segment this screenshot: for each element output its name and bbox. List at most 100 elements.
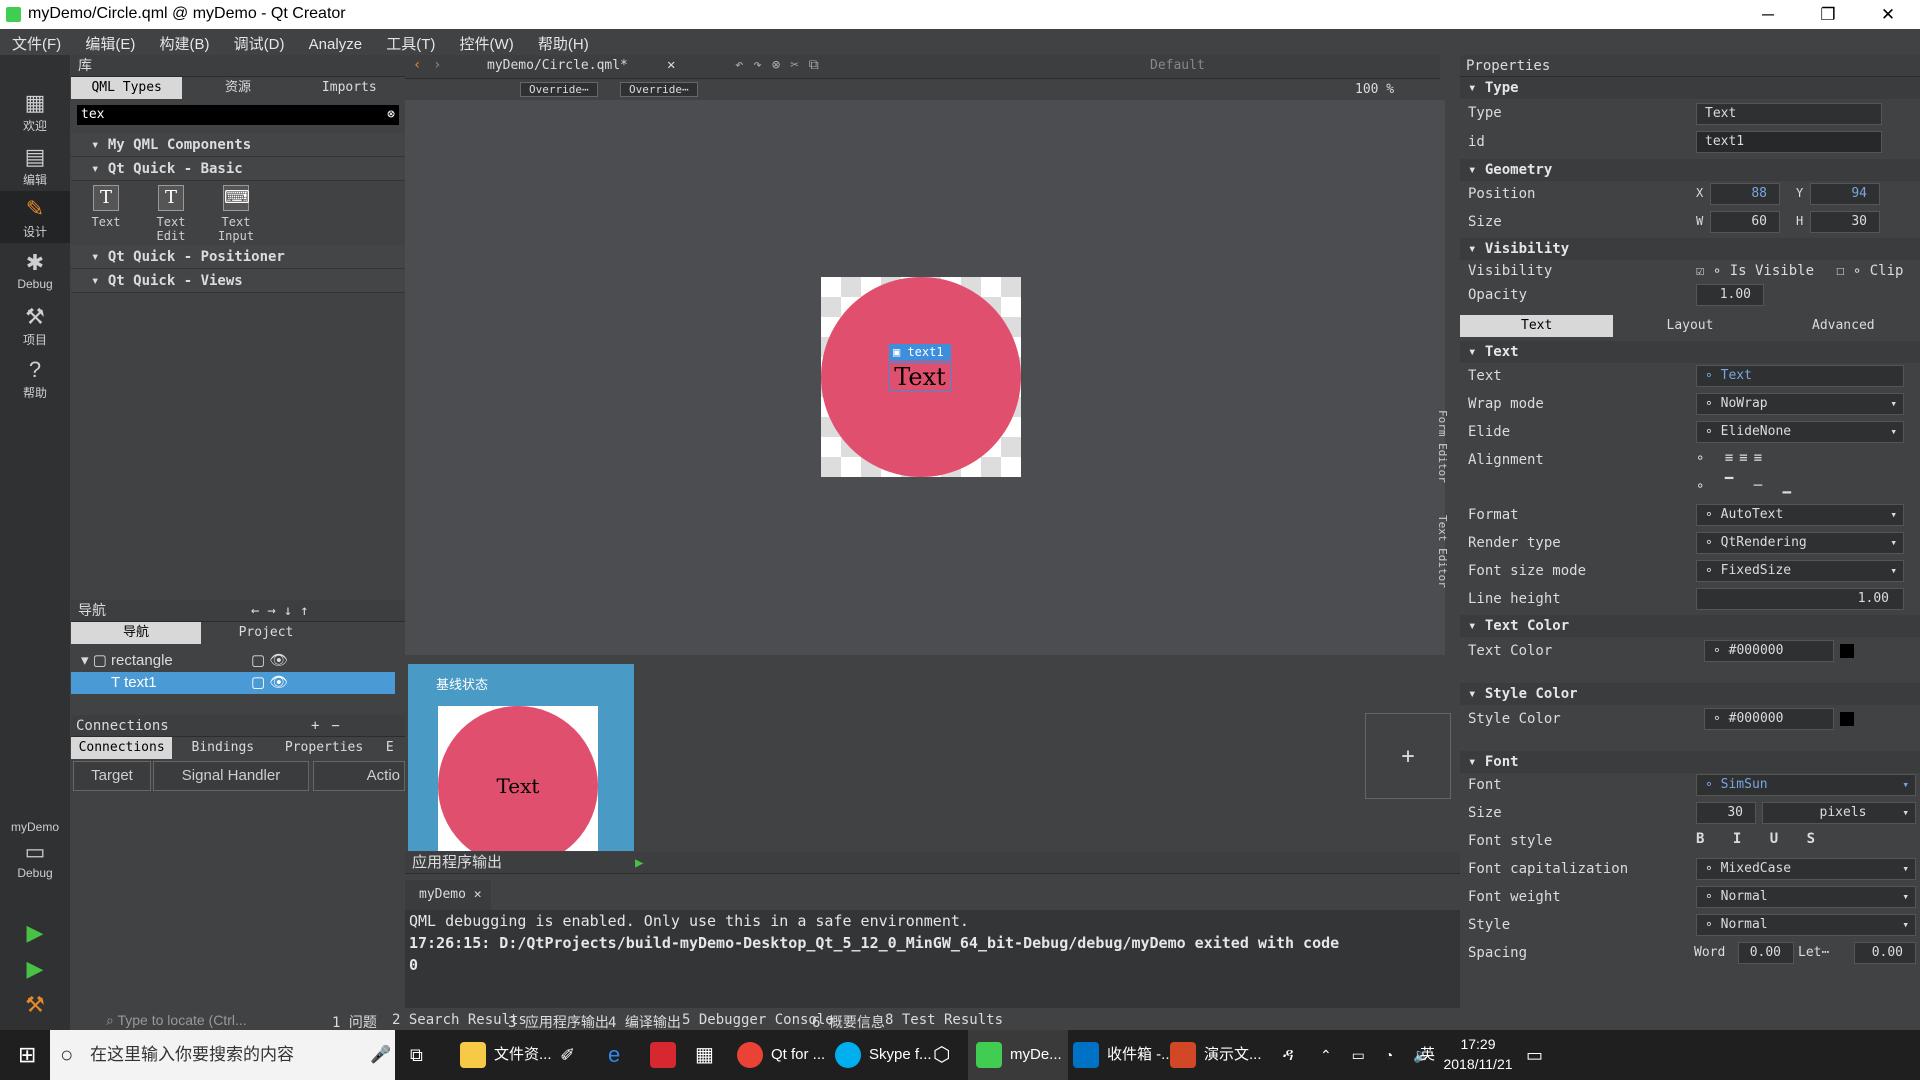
tab-imports[interactable]: Imports (294, 77, 405, 99)
menu-debug[interactable]: 调试(D) (222, 29, 293, 54)
x-spinbox[interactable]: 88 (1710, 183, 1780, 205)
group-qt-quick-views[interactable]: ▾ Qt Quick - Views (71, 269, 405, 293)
menu-file[interactable]: 文件(F) (0, 29, 69, 54)
zoom-level[interactable]: 100 % (1355, 82, 1394, 97)
clear-icon[interactable]: ⊗ (387, 105, 395, 125)
side-tab-text-editor[interactable]: Text Editor (1436, 515, 1449, 605)
back-icon[interactable]: ‹ (413, 57, 421, 73)
column-target[interactable]: Target (73, 761, 151, 791)
eraser-icon[interactable]: ✐ (560, 1030, 575, 1080)
library-item-text-edit[interactable]: T Text Edit (143, 183, 199, 243)
tab-qml-types[interactable]: QML Types (71, 77, 183, 99)
y-spinbox[interactable]: 94 (1810, 183, 1880, 205)
menu-edit[interactable]: 编辑(E) (73, 29, 143, 54)
taskbar-app-qtcreator[interactable]: myDe... (968, 1030, 1068, 1080)
taskbar-search-box[interactable]: ○ 在这里输入你要搜索的内容 🎤 (50, 1030, 395, 1080)
font-size-unit-combo[interactable]: pixels (1762, 802, 1916, 824)
horizontal-align-buttons[interactable]: ∘ ≡≡≡ (1696, 450, 1768, 466)
tab-text[interactable]: Text (1460, 315, 1614, 337)
tree-item-rectangle[interactable]: ▾ ▢ rectangle ▢ 👁 (71, 650, 405, 672)
section-text-color[interactable]: ▾ Text Color (1460, 615, 1920, 637)
minimize-button[interactable]: ─ (1745, 2, 1791, 28)
locator-input[interactable]: ⌕ Type to locate (Ctrl... (106, 1010, 356, 1031)
id-field[interactable]: text1 (1696, 131, 1882, 153)
taskbar-app-explorer[interactable]: 文件资... (460, 1030, 552, 1080)
tab-e[interactable]: E (375, 737, 405, 759)
close-file-icon[interactable]: ✕ (667, 57, 675, 73)
tab-advanced[interactable]: Advanced (1767, 315, 1920, 337)
line-height-spinbox[interactable]: 1.00 (1696, 588, 1904, 610)
taskbar-app-powerpoint[interactable]: 演示文... (1170, 1030, 1262, 1080)
windows-start-icon[interactable]: ⊞ (18, 1030, 36, 1080)
word-spacing-spinbox[interactable]: 0.00 (1738, 942, 1794, 964)
mode-projects[interactable]: ⚒ 项目 (0, 299, 70, 351)
pane-issues[interactable]: 1 问题 (332, 1012, 377, 1032)
pane-compile-output[interactable]: 4 编译输出 (608, 1012, 681, 1032)
tab-resources[interactable]: 资源 (182, 77, 293, 99)
style-color-field[interactable]: ∘ #000000 (1704, 708, 1834, 730)
section-style-color[interactable]: ▾ Style Color (1460, 683, 1920, 705)
column-action[interactable]: Actio (313, 761, 405, 791)
people-icon[interactable]: ዳ (1283, 1030, 1294, 1080)
taskbar-app-skype[interactable]: Skype f... (835, 1030, 932, 1080)
pane-test-results[interactable]: 8 Test Results (885, 1012, 1003, 1028)
add-connection-icon[interactable]: +− (311, 715, 352, 737)
w-spinbox[interactable]: 60 (1710, 211, 1780, 233)
menu-controls[interactable]: 控件(W) (448, 29, 522, 54)
taskbar-app-chrome[interactable]: Qt for ... (737, 1030, 825, 1080)
mode-edit[interactable]: ▤ 编辑 (0, 139, 70, 191)
override-combo-2[interactable]: Override⋯ (620, 82, 698, 97)
output-tab-mydemo[interactable]: myDemo ✕ (405, 880, 491, 910)
override-combo-1[interactable]: Override⋯ (520, 82, 598, 97)
restore-button[interactable]: ❐ (1805, 2, 1851, 28)
mode-design[interactable]: ✎ 设计 (0, 191, 70, 243)
wrap-combo[interactable]: ∘ NoWrap (1696, 393, 1904, 415)
mode-welcome[interactable]: ▦ 欢迎 (0, 85, 70, 137)
kit-selector[interactable]: myDemo ▭ Debug (0, 820, 70, 900)
tab-properties[interactable]: Properties (273, 737, 374, 759)
file-name[interactable]: myDemo/Circle.qml* (487, 58, 628, 73)
tab-bindings[interactable]: Bindings (172, 737, 273, 759)
render-type-combo[interactable]: ∘ QtRendering (1696, 532, 1904, 554)
group-qt-quick-positioner[interactable]: ▾ Qt Quick - Positioner (71, 245, 405, 269)
menu-tools[interactable]: 工具(T) (374, 29, 443, 54)
taskbar-app-outlook[interactable]: 收件箱 -... (1073, 1030, 1174, 1080)
menu-help[interactable]: 帮助(H) (526, 29, 597, 54)
notifications-icon[interactable]: ▭ (1526, 1030, 1543, 1080)
font-capitalization-combo[interactable]: ∘ MixedCase (1696, 858, 1916, 880)
mode-debug[interactable]: ✱ Debug (0, 245, 70, 297)
canvas-text-item[interactable]: Text (889, 362, 951, 392)
design-surface[interactable]: ▣ text1 Text (821, 277, 1021, 477)
library-item-text[interactable]: T Text (78, 183, 134, 229)
type-field[interactable]: Text (1696, 103, 1882, 125)
section-type[interactable]: ▾ Type (1460, 77, 1920, 99)
mode-help[interactable]: ? 帮助 (0, 352, 70, 404)
add-state-button[interactable]: + (1365, 713, 1451, 799)
style-combo[interactable]: ∘ Normal (1696, 914, 1916, 936)
text-color-swatch[interactable] (1840, 644, 1854, 658)
microphone-icon[interactable]: 🎤 (370, 1030, 391, 1080)
tree-item-text1[interactable]: T text1 ▢ 👁 (71, 672, 395, 694)
text-color-field[interactable]: ∘ #000000 (1704, 640, 1834, 662)
edge-icon[interactable]: e (608, 1030, 620, 1080)
run-output-icon[interactable]: ▶ (635, 852, 643, 874)
tab-layout[interactable]: Layout (1613, 315, 1766, 337)
tab-navigator[interactable]: 导航 (71, 622, 201, 644)
forward-icon[interactable]: › (433, 57, 441, 73)
group-qt-quick-basic[interactable]: ▾ Qt Quick - Basic (71, 157, 405, 181)
section-text[interactable]: ▾ Text (1460, 341, 1920, 363)
font-size-spinbox[interactable]: 30 (1696, 802, 1756, 824)
text-field[interactable]: ∘ Text (1696, 365, 1904, 387)
section-geometry[interactable]: ▾ Geometry (1460, 159, 1920, 181)
calculator-icon[interactable]: ▦ (695, 1030, 714, 1080)
font-size-mode-combo[interactable]: ∘ FixedSize (1696, 560, 1904, 582)
virtualbox-icon[interactable]: ⬡ (933, 1030, 950, 1080)
pane-overview[interactable]: 6 概要信息 (812, 1012, 885, 1032)
group-my-qml-components[interactable]: ▾ My QML Components (71, 133, 405, 157)
youdao-icon[interactable] (650, 1030, 684, 1080)
tab-connections[interactable]: Connections (71, 737, 173, 759)
elide-combo[interactable]: ∘ ElideNone (1696, 421, 1904, 443)
letter-spacing-spinbox[interactable]: 0.00 (1854, 942, 1916, 964)
clip-checkbox[interactable]: ☐ ∘ Clip (1836, 263, 1903, 279)
undo-redo-icon[interactable]: ↶↷⊗✂⧉ (735, 57, 829, 73)
